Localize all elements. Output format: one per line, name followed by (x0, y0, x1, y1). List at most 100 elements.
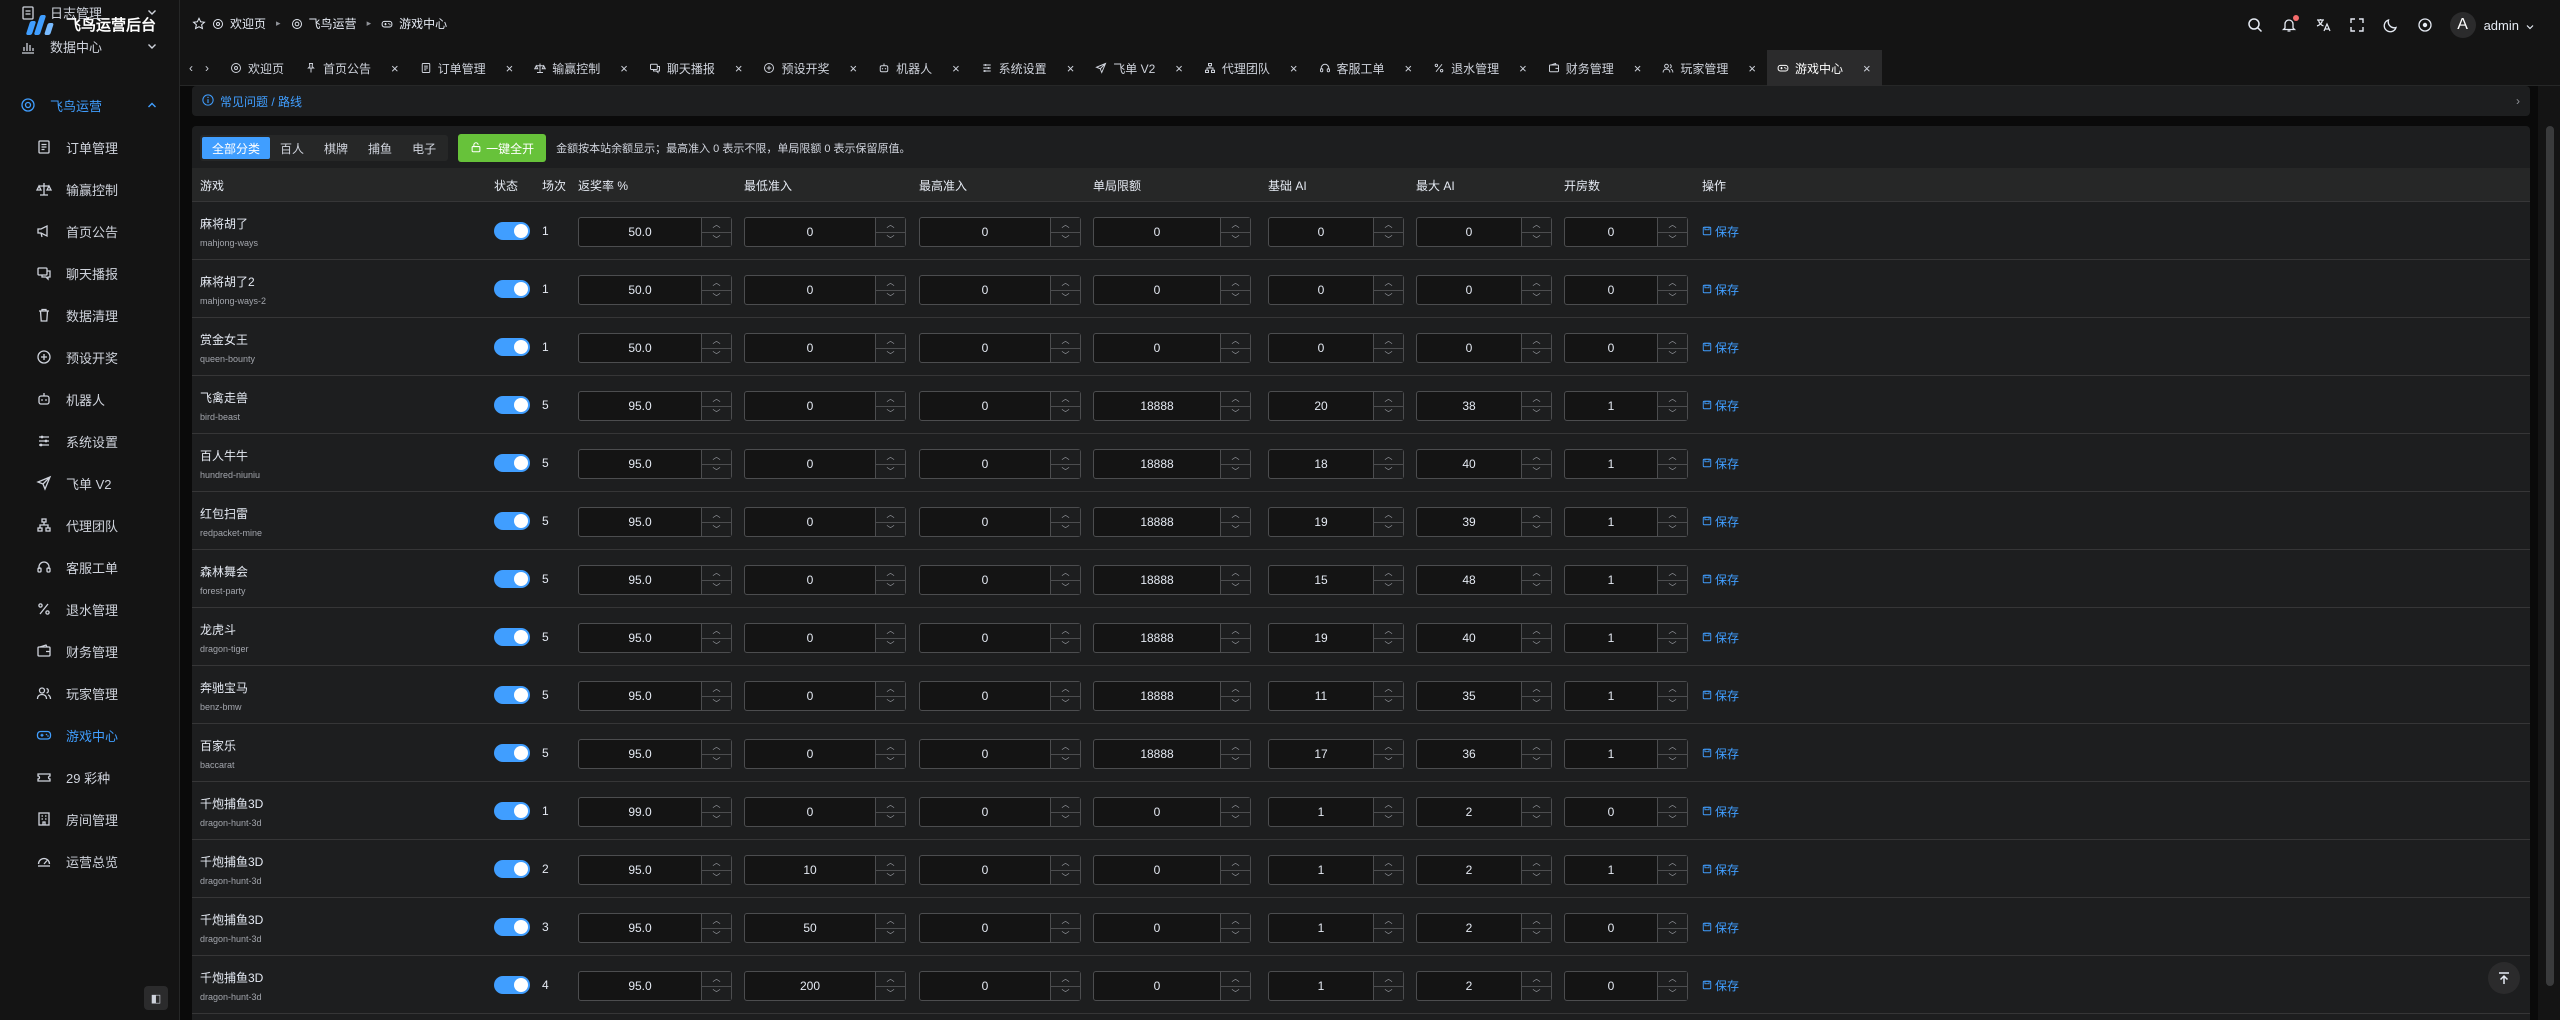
rooms-input[interactable]: 0 ︿ ﹀ (1564, 797, 1688, 827)
increment-chevron-up-icon[interactable]: ︿ (1522, 682, 1551, 696)
input-value[interactable]: 2 (1417, 798, 1521, 826)
increment-chevron-up-icon[interactable]: ︿ (1374, 450, 1403, 464)
close-icon[interactable]: × (849, 61, 857, 76)
sidebar-item-6[interactable]: 聊天播报 (0, 251, 180, 296)
input-value[interactable]: 0 (745, 740, 875, 768)
input-value[interactable]: 0 (920, 682, 1050, 710)
save-button[interactable]: 保存 (1702, 339, 1739, 356)
open-all-button[interactable]: 一键全开 (458, 134, 547, 162)
increment-chevron-up-icon[interactable]: ︿ (1658, 450, 1687, 464)
status-toggle[interactable] (494, 454, 530, 472)
max-entry-input[interactable]: 0 ︿ ﹀ (919, 565, 1081, 595)
decrement-chevron-down-icon[interactable]: ﹀ (1221, 405, 1250, 420)
max-ai-input[interactable]: 35 ︿ ﹀ (1416, 681, 1552, 711)
decrement-chevron-down-icon[interactable]: ﹀ (1658, 347, 1687, 362)
save-button[interactable]: 保存 (1702, 629, 1739, 646)
close-icon[interactable]: × (391, 61, 399, 76)
decrement-chevron-down-icon[interactable]: ﹀ (1051, 463, 1080, 478)
decrement-chevron-down-icon[interactable]: ﹀ (1658, 579, 1687, 594)
increment-chevron-up-icon[interactable]: ︿ (1374, 508, 1403, 522)
input-value[interactable]: 35 (1417, 682, 1521, 710)
rtp-input[interactable]: 95.0 ︿ ﹀ (578, 565, 732, 595)
decrement-chevron-down-icon[interactable]: ﹀ (1374, 347, 1403, 362)
base-ai-input[interactable]: 19 ︿ ﹀ (1268, 507, 1404, 537)
increment-chevron-up-icon[interactable]: ︿ (1051, 740, 1080, 754)
increment-chevron-up-icon[interactable]: ︿ (1221, 218, 1250, 232)
increment-chevron-up-icon[interactable]: ︿ (1658, 914, 1687, 928)
decrement-chevron-down-icon[interactable]: ﹀ (1051, 231, 1080, 246)
increment-chevron-up-icon[interactable]: ︿ (1221, 682, 1250, 696)
increment-chevron-up-icon[interactable]: ︿ (1658, 508, 1687, 522)
status-toggle[interactable] (494, 802, 530, 820)
decrement-chevron-down-icon[interactable]: ﹀ (1221, 463, 1250, 478)
increment-chevron-up-icon[interactable]: ︿ (1221, 624, 1250, 638)
input-value[interactable]: 18888 (1094, 508, 1220, 536)
decrement-chevron-down-icon[interactable]: ﹀ (702, 637, 731, 652)
close-icon[interactable]: × (952, 61, 960, 76)
rtp-input[interactable]: 95.0 ︿ ﹀ (578, 449, 732, 479)
close-icon[interactable]: × (735, 61, 743, 76)
increment-chevron-up-icon[interactable]: ︿ (1221, 392, 1250, 406)
dark-mode-icon[interactable] (2382, 16, 2400, 34)
increment-chevron-up-icon[interactable]: ︿ (1221, 740, 1250, 754)
breadcrumb-item[interactable]: 游戏中心 (399, 15, 447, 32)
input-value[interactable]: 0 (745, 508, 875, 536)
search-icon[interactable] (2246, 16, 2264, 34)
rooms-input[interactable]: 0 ︿ ﹀ (1564, 971, 1688, 1001)
input-value[interactable]: 50 (745, 914, 875, 942)
tab-6[interactable]: 机器人 × (868, 50, 971, 86)
input-value[interactable]: 38 (1417, 392, 1521, 420)
sidebar-item-4[interactable]: 输赢控制 (0, 167, 180, 212)
increment-chevron-up-icon[interactable]: ︿ (876, 450, 905, 464)
tab-13[interactable]: 玩家管理 × (1652, 50, 1767, 86)
increment-chevron-up-icon[interactable]: ︿ (1658, 392, 1687, 406)
base-ai-input[interactable]: 1 ︿ ﹀ (1268, 971, 1404, 1001)
increment-chevron-up-icon[interactable]: ︿ (702, 972, 731, 986)
decrement-chevron-down-icon[interactable]: ﹀ (1522, 521, 1551, 536)
rooms-input[interactable]: 0 ︿ ﹀ (1564, 913, 1688, 943)
input-value[interactable]: 1 (1269, 798, 1373, 826)
decrement-chevron-down-icon[interactable]: ﹀ (1374, 579, 1403, 594)
decrement-chevron-down-icon[interactable]: ﹀ (1051, 869, 1080, 884)
max-ai-input[interactable]: 39 ︿ ﹀ (1416, 507, 1552, 537)
close-icon[interactable]: × (1748, 61, 1756, 76)
increment-chevron-up-icon[interactable]: ︿ (1374, 740, 1403, 754)
increment-chevron-up-icon[interactable]: ︿ (1522, 276, 1551, 290)
rooms-input[interactable]: 1 ︿ ﹀ (1564, 855, 1688, 885)
increment-chevron-up-icon[interactable]: ︿ (876, 392, 905, 406)
max-entry-input[interactable]: 0 ︿ ﹀ (919, 797, 1081, 827)
max-ai-input[interactable]: 2 ︿ ﹀ (1416, 913, 1552, 943)
decrement-chevron-down-icon[interactable]: ﹀ (1374, 637, 1403, 652)
input-value[interactable]: 99.0 (579, 798, 701, 826)
rooms-input[interactable]: 0 ︿ ﹀ (1564, 333, 1688, 363)
bet-limit-input[interactable]: 0 ︿ ﹀ (1093, 971, 1251, 1001)
increment-chevron-up-icon[interactable]: ︿ (1658, 798, 1687, 812)
base-ai-input[interactable]: 19 ︿ ﹀ (1268, 623, 1404, 653)
bet-limit-input[interactable]: 18888 ︿ ﹀ (1093, 739, 1251, 769)
scrollbar-thumb[interactable] (2546, 126, 2554, 986)
decrement-chevron-down-icon[interactable]: ﹀ (1221, 231, 1250, 246)
decrement-chevron-down-icon[interactable]: ﹀ (1522, 463, 1551, 478)
back-to-top-button[interactable] (2488, 962, 2520, 994)
base-ai-input[interactable]: 1 ︿ ﹀ (1268, 855, 1404, 885)
decrement-chevron-down-icon[interactable]: ﹀ (1522, 869, 1551, 884)
decrement-chevron-down-icon[interactable]: ﹀ (1522, 231, 1551, 246)
increment-chevron-up-icon[interactable]: ︿ (702, 450, 731, 464)
decrement-chevron-down-icon[interactable]: ﹀ (1051, 405, 1080, 420)
increment-chevron-up-icon[interactable]: ︿ (702, 740, 731, 754)
increment-chevron-up-icon[interactable]: ︿ (702, 566, 731, 580)
category-option[interactable]: 捕鱼 (358, 137, 402, 159)
bet-limit-input[interactable]: 0 ︿ ﹀ (1093, 913, 1251, 943)
base-ai-input[interactable]: 11 ︿ ﹀ (1268, 681, 1404, 711)
decrement-chevron-down-icon[interactable]: ﹀ (1658, 985, 1687, 1000)
input-value[interactable]: 0 (745, 450, 875, 478)
increment-chevron-up-icon[interactable]: ︿ (1374, 856, 1403, 870)
base-ai-input[interactable]: 0 ︿ ﹀ (1268, 217, 1404, 247)
input-value[interactable]: 11 (1269, 682, 1373, 710)
decrement-chevron-down-icon[interactable]: ﹀ (1522, 579, 1551, 594)
decrement-chevron-down-icon[interactable]: ﹀ (1221, 521, 1250, 536)
input-value[interactable]: 1 (1565, 392, 1657, 420)
rooms-input[interactable]: 0 ︿ ﹀ (1564, 217, 1688, 247)
decrement-chevron-down-icon[interactable]: ﹀ (876, 637, 905, 652)
input-value[interactable]: 0 (1565, 914, 1657, 942)
